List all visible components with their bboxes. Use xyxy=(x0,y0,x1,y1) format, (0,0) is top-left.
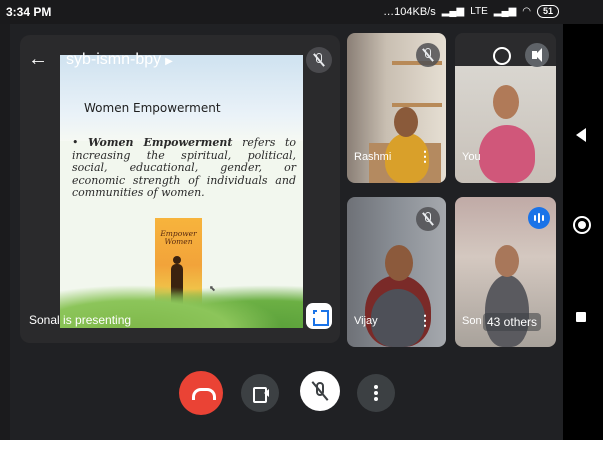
system-nav-bar xyxy=(563,24,603,452)
participant-tile-vijay[interactable]: Vijay ⋮ xyxy=(347,197,446,347)
mic-off-icon xyxy=(416,207,440,231)
book-title: Empower Women xyxy=(155,230,202,246)
presentation-tile[interactable]: Women Empowerment • Women Empowerment re… xyxy=(20,35,340,343)
participant-name: You xyxy=(462,151,481,163)
caret-right-icon: ▶ xyxy=(165,56,173,67)
nav-back-icon[interactable] xyxy=(576,128,586,142)
camera-button[interactable] xyxy=(241,374,279,412)
nav-home-icon[interactable] xyxy=(573,216,591,234)
fullscreen-button[interactable] xyxy=(306,303,332,329)
slide-bullet-lead: Women Empowerment xyxy=(88,136,233,149)
person-head xyxy=(385,245,413,281)
back-arrow-icon[interactable]: ← xyxy=(28,49,48,69)
speaker-icon[interactable] xyxy=(525,43,549,67)
participant-name: Rashmi xyxy=(354,151,392,163)
signal-icon-2: ▂▄▆ xyxy=(493,6,517,17)
presenter-label: Sonal is presenting xyxy=(29,313,132,327)
wifi-icon: ◠ xyxy=(522,6,531,17)
book-title-line2: Women xyxy=(164,237,193,246)
speaking-indicator-icon xyxy=(528,207,550,229)
person-head xyxy=(394,107,418,137)
pointer-icon: ⬉ xyxy=(209,284,216,293)
meeting-code[interactable]: syb-ismn-bpy ▶ xyxy=(66,51,173,69)
participant-name: Son xyxy=(462,315,482,327)
mic-off-icon xyxy=(416,43,440,67)
participant-tile-others[interactable]: Son 43 others xyxy=(455,197,556,347)
person-head xyxy=(493,85,519,119)
mic-off-icon xyxy=(306,47,332,73)
end-call-button[interactable] xyxy=(179,371,223,415)
person-body xyxy=(479,125,535,183)
person-body xyxy=(371,289,425,347)
person-head xyxy=(495,245,519,277)
participant-tile-rashmi[interactable]: Rashmi ⋮ xyxy=(347,33,446,183)
presentation-slide: Women Empowerment • Women Empowerment re… xyxy=(60,55,303,328)
bottom-edge xyxy=(0,440,603,452)
nav-recents-icon[interactable] xyxy=(576,312,586,322)
slide-bullet: • Women Empowerment refers to increasing… xyxy=(72,136,297,199)
more-vert-icon[interactable]: ⋮ xyxy=(418,313,432,327)
slide-title: Women Empowerment xyxy=(84,101,221,115)
status-indicators: …104KB/s ▂▄▆ LTE ▂▄▆ ◠ 51 xyxy=(383,5,559,18)
meet-call-screen: 3:34 PM …104KB/s ▂▄▆ LTE ▂▄▆ ◠ 51 Women … xyxy=(0,0,603,452)
battery-icon: 51 xyxy=(537,5,559,18)
status-bar: 3:34 PM …104KB/s ▂▄▆ LTE ▂▄▆ ◠ 51 xyxy=(0,0,603,24)
mic-toggle-button[interactable] xyxy=(300,371,340,411)
more-options-button[interactable] xyxy=(357,374,395,412)
status-time: 3:34 PM xyxy=(6,5,52,19)
others-count[interactable]: 43 others xyxy=(483,313,542,331)
participant-tile-you[interactable]: You xyxy=(455,33,556,183)
participant-name: Vijay xyxy=(354,315,378,327)
shelf xyxy=(392,103,442,107)
person-body xyxy=(485,275,529,347)
network-type: LTE xyxy=(470,6,488,17)
network-speed: …104KB/s xyxy=(383,5,436,18)
signal-icon: ▂▄▆ xyxy=(441,6,465,17)
call-controls xyxy=(0,352,560,440)
more-vert-icon[interactable]: ⋮ xyxy=(418,149,432,163)
camera-switch-icon[interactable] xyxy=(493,47,511,65)
